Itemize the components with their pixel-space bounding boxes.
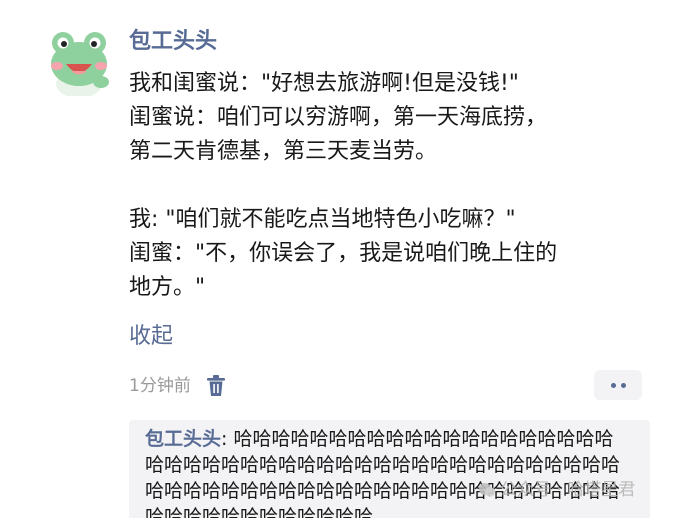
comment-meta: 1分钟前: [129, 373, 227, 399]
reply-author[interactable]: 包工头头: [145, 428, 221, 450]
comment-username[interactable]: 包工头头: [129, 27, 217, 57]
watermark: 公众号 · 哈塔星君: [478, 478, 635, 502]
avatar[interactable]: [44, 26, 114, 96]
comment-line: 我和闺蜜说："好想去旅游啊!但是没钱!": [129, 71, 519, 96]
comment-line: 我: "咱们就不能吃点当地特色小吃嘛？": [129, 207, 516, 232]
reply-text: 包工头头: 哈哈哈哈哈哈哈哈哈哈哈哈哈哈哈哈哈哈哈哈哈哈哈哈哈哈哈哈哈哈哈哈哈哈…: [145, 426, 625, 518]
collapse-link[interactable]: 收起: [129, 322, 173, 352]
comment-time: 1分钟前: [129, 376, 191, 396]
comment-line: 闺蜜："不，你误会了，我是说咱们晚上住的: [129, 241, 558, 266]
comment-line: 第二天肯德基，第三天麦当劳。: [129, 139, 438, 164]
more-dot: [610, 382, 616, 388]
wechat-icon: [479, 483, 495, 497]
reply-separator: :: [221, 428, 234, 450]
trash-icon[interactable]: [205, 374, 227, 398]
more-button[interactable]: [594, 370, 642, 400]
frog-avatar-icon: [44, 26, 114, 96]
comment-content: 我和闺蜜说："好想去旅游啊!但是没钱!" 闺蜜说：咱们可以穷游啊，第一天海底捞，…: [129, 67, 659, 305]
comment-line: 闺蜜说：咱们可以穷游啊，第一天海底捞，: [129, 105, 548, 130]
comment-blank-line: [129, 169, 659, 203]
watermark-text: 公众号 · 哈塔星君: [500, 480, 636, 500]
more-dot: [620, 382, 626, 388]
reply-box: 包工头头: 哈哈哈哈哈哈哈哈哈哈哈哈哈哈哈哈哈哈哈哈哈哈哈哈哈哈哈哈哈哈哈哈哈哈…: [129, 420, 650, 518]
comment-line: 地方。": [129, 275, 206, 300]
